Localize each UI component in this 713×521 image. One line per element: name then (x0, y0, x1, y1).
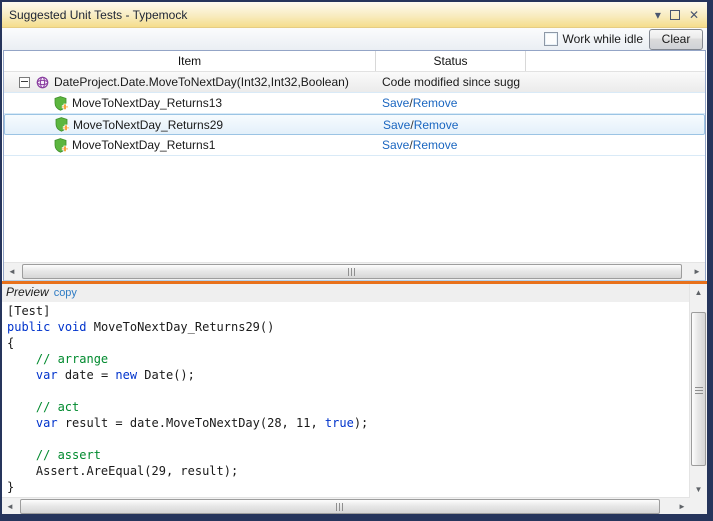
code-area[interactable]: [Test]public void MoveToNextDay_Returns2… (2, 302, 689, 497)
work-while-idle-checkbox[interactable] (544, 32, 558, 46)
preview-title: Preview (6, 285, 49, 299)
list-empty-area (4, 156, 705, 262)
scroll-left-icon[interactable]: ◄ (4, 263, 20, 280)
preview-vertical-scrollbar[interactable]: ▲ ▼ (689, 284, 707, 497)
code-line: [Test] (7, 303, 689, 319)
save-link[interactable]: Save (382, 96, 409, 110)
scroll-right-icon[interactable]: ► (689, 263, 705, 280)
scrollbar-thumb[interactable] (22, 264, 682, 279)
test-shield-add-icon (54, 138, 68, 153)
remove-link[interactable]: Remove (413, 96, 458, 110)
table-row-test[interactable]: MoveToNextDay_Returns1 Save / Remove (4, 135, 705, 156)
scroll-up-icon[interactable]: ▲ (690, 284, 707, 300)
collapse-expander-icon[interactable] (19, 77, 30, 88)
scrollbar-corner (690, 497, 707, 514)
maximize-icon[interactable] (670, 10, 680, 20)
scrollbar-thumb[interactable] (691, 312, 706, 466)
code-line: Assert.AreEqual(29, result); (7, 463, 689, 479)
suggested-tests-list: Item Status DateProject.Date.MoveToNextD… (3, 50, 706, 281)
group-status: Code modified since sugg (382, 75, 520, 89)
remove-link[interactable]: Remove (413, 138, 458, 152)
window-menu-icon[interactable]: ▾ (655, 9, 661, 21)
code-line: } (7, 479, 689, 495)
work-while-idle-label: Work while idle (563, 32, 643, 46)
test-label: MoveToNextDay_Returns1 (72, 138, 215, 152)
test-shield-add-icon (55, 117, 69, 132)
code-line (7, 431, 689, 447)
scroll-down-icon[interactable]: ▼ (690, 481, 707, 497)
table-row-test-selected[interactable]: MoveToNextDay_Returns29 Save / Remove (4, 114, 705, 135)
scroll-right-icon[interactable]: ► (674, 498, 690, 514)
work-while-idle-option[interactable]: Work while idle (544, 32, 643, 46)
code-line: { (7, 335, 689, 351)
code-line: // arrange (7, 351, 689, 367)
code-line: // assert (7, 447, 689, 463)
close-icon[interactable]: ✕ (689, 9, 699, 21)
save-link[interactable]: Save (382, 138, 409, 152)
code-line: var result = date.MoveToNextDay(28, 11, … (7, 415, 689, 431)
preview-horizontal-scrollbar[interactable]: ◄ ► (2, 497, 690, 514)
tool-window: Suggested Unit Tests - Typemock ▾ ✕ Work… (2, 2, 707, 514)
test-label: MoveToNextDay_Returns13 (72, 96, 222, 110)
remove-link[interactable]: Remove (414, 118, 459, 132)
test-label: MoveToNextDay_Returns29 (73, 118, 223, 132)
code-line: // act (7, 399, 689, 415)
column-header-item[interactable]: Item (4, 51, 376, 71)
toolbar: Work while idle Clear (2, 28, 707, 50)
scroll-left-icon[interactable]: ◄ (2, 498, 18, 514)
code-line (7, 383, 689, 399)
method-icon (36, 76, 49, 89)
list-horizontal-scrollbar[interactable]: ◄ ► (4, 262, 705, 280)
code-line: var date = new Date(); (7, 367, 689, 383)
column-header-empty (526, 51, 705, 71)
group-label: DateProject.Date.MoveToNextDay(Int32,Int… (54, 75, 349, 89)
save-link[interactable]: Save (383, 118, 410, 132)
table-row-test[interactable]: MoveToNextDay_Returns13 Save / Remove (4, 93, 705, 114)
test-shield-add-icon (54, 96, 68, 111)
list-header: Item Status (4, 51, 705, 72)
clear-button[interactable]: Clear (649, 29, 703, 50)
copy-link[interactable]: copy (54, 287, 77, 299)
scrollbar-thumb[interactable] (20, 499, 660, 514)
title-bar[interactable]: Suggested Unit Tests - Typemock ▾ ✕ (2, 2, 707, 28)
window-title: Suggested Unit Tests - Typemock (9, 8, 187, 22)
preview-pane: Preview copy [Test]public void MoveToNex… (2, 284, 707, 514)
column-header-status[interactable]: Status (376, 51, 526, 71)
code-line: public void MoveToNextDay_Returns29() (7, 319, 689, 335)
table-row-group[interactable]: DateProject.Date.MoveToNextDay(Int32,Int… (4, 72, 705, 93)
